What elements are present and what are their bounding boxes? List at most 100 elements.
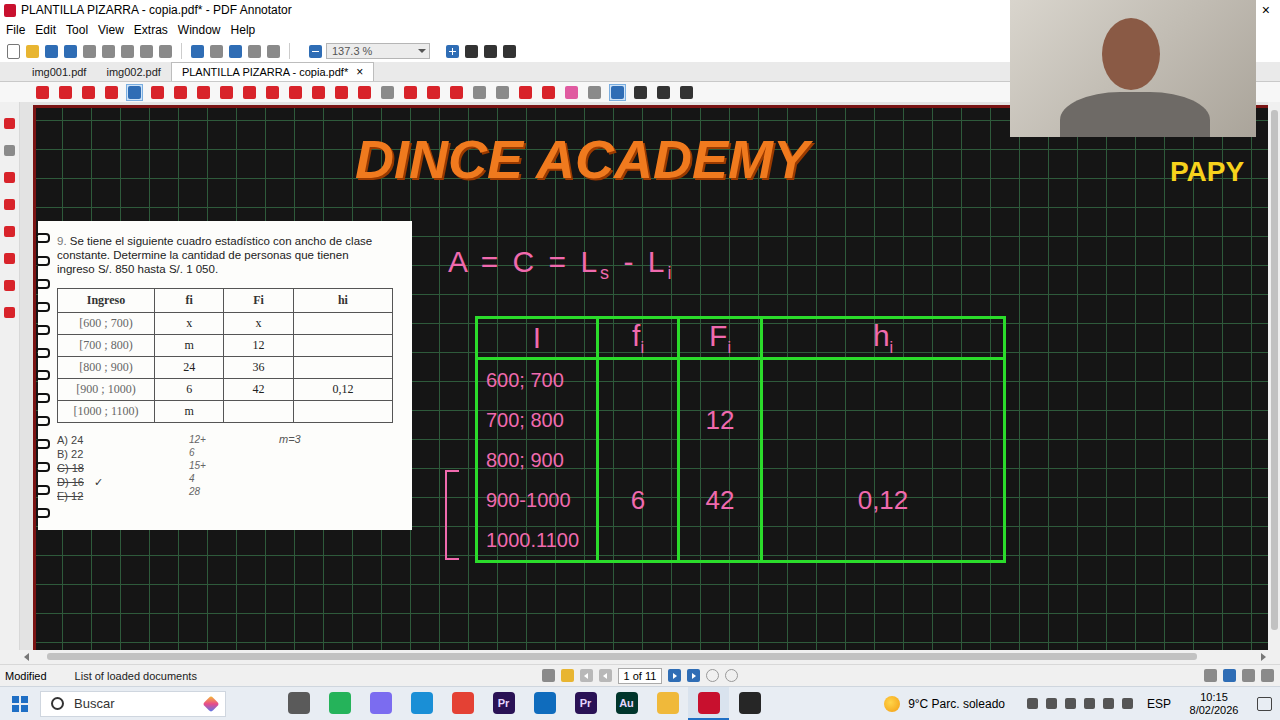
delete-icon[interactable] [159, 45, 172, 58]
menu-item[interactable]: View [93, 23, 129, 37]
zoom-in-button[interactable] [446, 45, 459, 58]
annotation-tool[interactable] [310, 84, 327, 101]
annotation-tool[interactable] [172, 84, 189, 101]
annotation-tool[interactable] [333, 84, 350, 101]
taskbar-app[interactable] [647, 687, 688, 720]
taskbar-app[interactable] [360, 687, 401, 720]
annotation-tool[interactable] [126, 84, 143, 101]
open-folder-icon[interactable] [26, 45, 39, 58]
fit-width-icon[interactable] [465, 45, 478, 58]
page-view-icon[interactable] [542, 669, 555, 682]
annotation-tool[interactable] [57, 84, 74, 101]
image-icon[interactable] [4, 253, 15, 264]
search-box[interactable]: Buscar [40, 691, 226, 717]
full-screen-icon[interactable] [503, 45, 516, 58]
scan-icon[interactable] [248, 45, 261, 58]
menu-item[interactable]: Help [226, 23, 261, 37]
volume-icon[interactable] [1084, 698, 1095, 709]
annotation-tool[interactable] [402, 84, 419, 101]
copy-icon[interactable] [121, 45, 134, 58]
annotation-tool[interactable] [517, 84, 534, 101]
input-language[interactable]: ESP [1147, 697, 1171, 711]
annotation-tool[interactable] [218, 84, 235, 101]
taskbar-app[interactable] [319, 687, 360, 720]
back-icon[interactable] [706, 669, 719, 682]
last-page-button[interactable] [687, 669, 700, 682]
save-icon[interactable] [45, 45, 58, 58]
taskbar-app[interactable]: Pr [565, 687, 606, 720]
scroll-right-icon[interactable] [1261, 653, 1266, 661]
annotation-tool[interactable] [471, 84, 488, 101]
new-document-icon[interactable] [7, 44, 20, 59]
highlighter-icon[interactable] [4, 199, 15, 210]
annotation-tool[interactable] [448, 84, 465, 101]
forward-icon[interactable] [725, 669, 738, 682]
rotate-icon[interactable] [267, 45, 280, 58]
menu-item[interactable]: Edit [30, 23, 61, 37]
horizontal-scrollbar[interactable] [0, 650, 1280, 664]
single-page-icon[interactable] [1204, 669, 1217, 682]
chevron-icon[interactable] [1027, 698, 1038, 709]
start-button[interactable] [0, 696, 40, 712]
taskbar-app[interactable]: Au [606, 687, 647, 720]
taskbar-app[interactable] [442, 687, 483, 720]
bookmark-icon[interactable] [4, 145, 15, 156]
annotation-tool[interactable] [149, 84, 166, 101]
annotation-tool[interactable] [540, 84, 557, 101]
annotation-tool[interactable] [80, 84, 97, 101]
page-list-icon[interactable] [561, 669, 574, 682]
document-tab[interactable]: img002.pdf [96, 63, 170, 81]
loaded-documents-link[interactable]: List of loaded documents [75, 670, 197, 682]
annotation-tool[interactable] [632, 84, 649, 101]
pointer-icon[interactable] [4, 307, 15, 318]
pen-icon[interactable] [4, 118, 15, 129]
taskbar-app[interactable] [401, 687, 442, 720]
cut-icon[interactable] [102, 45, 115, 58]
annotation-tool[interactable] [287, 84, 304, 101]
annotation-tool[interactable] [609, 84, 626, 101]
zoom-out-button[interactable] [309, 45, 322, 58]
paste-icon[interactable] [140, 45, 153, 58]
annotation-tool[interactable] [678, 84, 695, 101]
taskbar-app[interactable]: Pr [483, 687, 524, 720]
previous-page-button[interactable] [599, 669, 612, 682]
undo-icon[interactable] [191, 45, 204, 58]
whiteboard-page[interactable]: DINCE ACADEMYPAPY9. Se tiene el siguient… [33, 105, 1268, 650]
annotation-tool[interactable] [103, 84, 120, 101]
annotation-tool[interactable] [34, 84, 51, 101]
document-tab[interactable]: img001.pdf [22, 63, 96, 81]
annotation-tool[interactable] [563, 84, 580, 101]
battery-icon[interactable] [1103, 698, 1114, 709]
find-icon[interactable] [229, 45, 242, 58]
taskbar-app[interactable] [688, 687, 729, 720]
grid-view-icon[interactable] [1261, 669, 1274, 682]
taskbar-app[interactable] [278, 687, 319, 720]
next-page-button[interactable] [668, 669, 681, 682]
annotation-tool[interactable] [586, 84, 603, 101]
scroll-thumb[interactable] [1271, 110, 1278, 630]
menu-item[interactable]: Tool [61, 23, 93, 37]
clock[interactable]: 10:158/02/2026 [1183, 691, 1245, 717]
zoom-field[interactable]: 137.3 % [326, 43, 430, 59]
annotation-tool[interactable] [379, 84, 396, 101]
annotation-tool[interactable] [356, 84, 373, 101]
first-page-button[interactable] [580, 669, 593, 682]
taskbar-app[interactable] [524, 687, 565, 720]
scroll-left-icon[interactable] [24, 653, 29, 661]
security-icon[interactable] [1122, 698, 1133, 709]
fit-page-icon[interactable] [484, 45, 497, 58]
onedrive-icon[interactable] [1065, 698, 1076, 709]
annotation-tool[interactable] [494, 84, 511, 101]
two-page-icon[interactable] [1242, 669, 1255, 682]
close-button[interactable]: × [1262, 3, 1270, 17]
redo-icon[interactable] [210, 45, 223, 58]
network-icon[interactable] [1046, 698, 1057, 709]
menu-item[interactable]: Window [173, 23, 226, 37]
favorite-icon[interactable] [4, 172, 15, 183]
pencil-icon[interactable] [4, 226, 15, 237]
annotation-tool[interactable] [425, 84, 442, 101]
notifications-icon[interactable] [1257, 697, 1272, 711]
print-icon[interactable] [83, 45, 96, 58]
save-all-icon[interactable] [64, 45, 77, 58]
weather-widget[interactable]: 9°C Parc. soleado [884, 696, 1005, 712]
